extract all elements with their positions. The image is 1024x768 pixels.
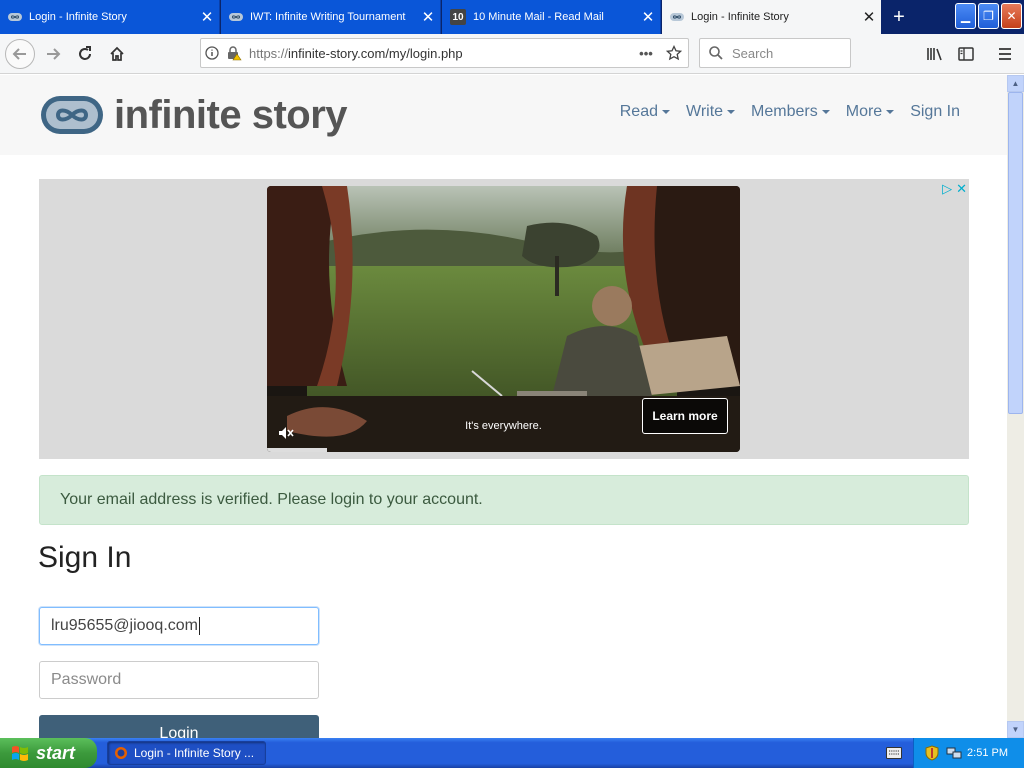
sidebar-button[interactable] [951,39,981,69]
search-icon [709,46,723,60]
infinite-story-icon [8,13,22,21]
search-bar[interactable]: Search [699,38,851,68]
window-close-button[interactable]: ✕ [1001,3,1022,29]
scroll-up-icon[interactable]: ▲ [1007,75,1024,92]
back-arrow-icon [12,48,26,60]
nav-label: Sign In [910,103,960,120]
adchoices-play-icon[interactable]: ▷ [942,181,952,197]
search-input[interactable]: Search [732,46,773,61]
home-button[interactable] [102,39,132,69]
keyboard-icon[interactable] [886,746,902,764]
ad-video[interactable]: It's everywhere. Learn more [267,186,740,452]
url-text[interactable]: https://infinite-story.com/my/login.php [245,46,632,61]
text-cursor [199,617,200,635]
browser-tab-strip: Login - Infinite Story ✕ IWT: Infinite W… [0,0,1024,34]
tab-label: IWT: Infinite Writing Tournament [250,11,406,23]
nav-label: More [845,103,883,120]
learn-more-button[interactable]: Learn more [642,398,728,434]
system-tray: 2:51 PM [913,738,1024,768]
insecure-lock-icon[interactable] [223,39,245,67]
nav-members[interactable]: Members [751,103,830,121]
clock[interactable]: 2:51 PM [967,747,1008,759]
tab-ten-minute-mail[interactable]: 10 10 Minute Mail - Read Mail ✕ [442,0,661,34]
page-actions-icon[interactable]: ••• [632,39,660,67]
scrollbar-thumb[interactable] [1008,92,1023,414]
tab-close-icon[interactable]: ✕ [416,8,440,26]
library-button[interactable] [920,39,950,69]
start-label: start [36,742,76,763]
firefox-icon [115,747,127,759]
ten-minute-mail-icon: 10 [450,9,466,25]
logo-text: infinite story [114,92,348,137]
forward-button[interactable] [38,39,68,69]
advertisement: ▷ ✕ It's everywhere. Learn more [39,179,969,459]
back-button[interactable] [5,39,35,69]
tab-close-icon[interactable]: ✕ [195,8,219,26]
library-icon [927,48,942,61]
minimize-button[interactable]: ▁ [955,3,976,29]
caret-down-icon [662,110,670,114]
tab-label: Login - Infinite Story [691,11,789,23]
taskbar-window-button[interactable]: Login - Infinite Story ... [107,741,266,765]
home-icon [110,46,124,61]
site-header: infinite story Read Write Members More S… [0,75,1007,155]
tab-login-infinite-story[interactable]: Login - Infinite Story ✕ [0,0,220,34]
nav-label: Write [686,103,724,120]
ad-choices[interactable]: ▷ ✕ [942,181,967,197]
navigation-toolbar: https://infinite-story.com/my/login.php … [0,34,1024,74]
tab-close-icon[interactable]: ✕ [857,8,881,26]
sidebar-icon [958,47,974,61]
url-path: infinite-story.com/my/login.php [288,45,463,61]
bookmark-star-icon[interactable] [660,39,688,67]
password-field[interactable]: Password [39,661,319,699]
caret-down-icon [886,110,895,114]
url-bar[interactable]: https://infinite-story.com/my/login.php … [200,38,689,68]
site-logo[interactable]: infinite story [40,92,348,137]
infinite-story-icon [670,13,684,21]
web-page: infinite story Read Write Members More S… [0,75,1007,738]
tab-login-infinite-story-active[interactable]: Login - Infinite Story ✕ [662,0,881,34]
menu-button[interactable] [990,39,1020,69]
hamburger-menu-icon [999,48,1011,60]
login-button[interactable]: Login [39,715,319,738]
nav-label: Read [619,103,658,120]
infinite-story-icon [229,13,243,21]
nav-write[interactable]: Write [686,103,736,121]
nav-label: Members [751,103,818,120]
tab-close-icon[interactable]: ✕ [636,8,660,26]
tab-label: Login - Infinite Story [29,11,127,23]
caret-down-icon [727,110,736,114]
taskbar: start Login - Infinite Story ... 2:51 PM [0,738,1024,768]
caret-down-icon [821,110,830,114]
info-icon[interactable] [201,39,223,67]
password-placeholder: Password [51,671,122,688]
taskbar-window-label: Login - Infinite Story ... [134,746,255,760]
email-value: lru95655@jiooq.com [51,617,198,634]
scroll-down-icon[interactable]: ▼ [1007,721,1024,738]
windows-flag-icon [12,746,28,761]
tab-iwt-tournament[interactable]: IWT: Infinite Writing Tournament ✕ [221,0,441,34]
tab-label: 10 Minute Mail - Read Mail [473,11,604,23]
network-icon[interactable] [946,745,962,761]
site-navigation: Read Write Members More Sign In [604,103,960,121]
nav-sign-in[interactable]: Sign In [910,103,960,121]
reload-button[interactable] [70,39,100,69]
start-button[interactable]: start [0,738,97,768]
security-shield-icon[interactable] [924,745,940,761]
video-progress-bar[interactable] [267,448,327,452]
ad-close-icon[interactable]: ✕ [956,181,967,197]
nav-read[interactable]: Read [620,103,670,121]
restore-button[interactable]: ❐ [978,3,999,29]
reload-icon [79,46,91,60]
email-field[interactable]: lru95655@jiooq.com [39,607,319,645]
infinity-logo-icon [41,96,103,134]
url-scheme: https:// [249,45,289,61]
new-tab-button[interactable]: + [884,2,914,32]
page-title: Sign In [38,541,132,574]
verified-alert: Your email address is verified. Please l… [39,475,969,525]
forward-arrow-icon [47,48,61,60]
vertical-scrollbar[interactable]: ▲ ▼ [1007,75,1024,738]
nav-more[interactable]: More [845,103,895,121]
